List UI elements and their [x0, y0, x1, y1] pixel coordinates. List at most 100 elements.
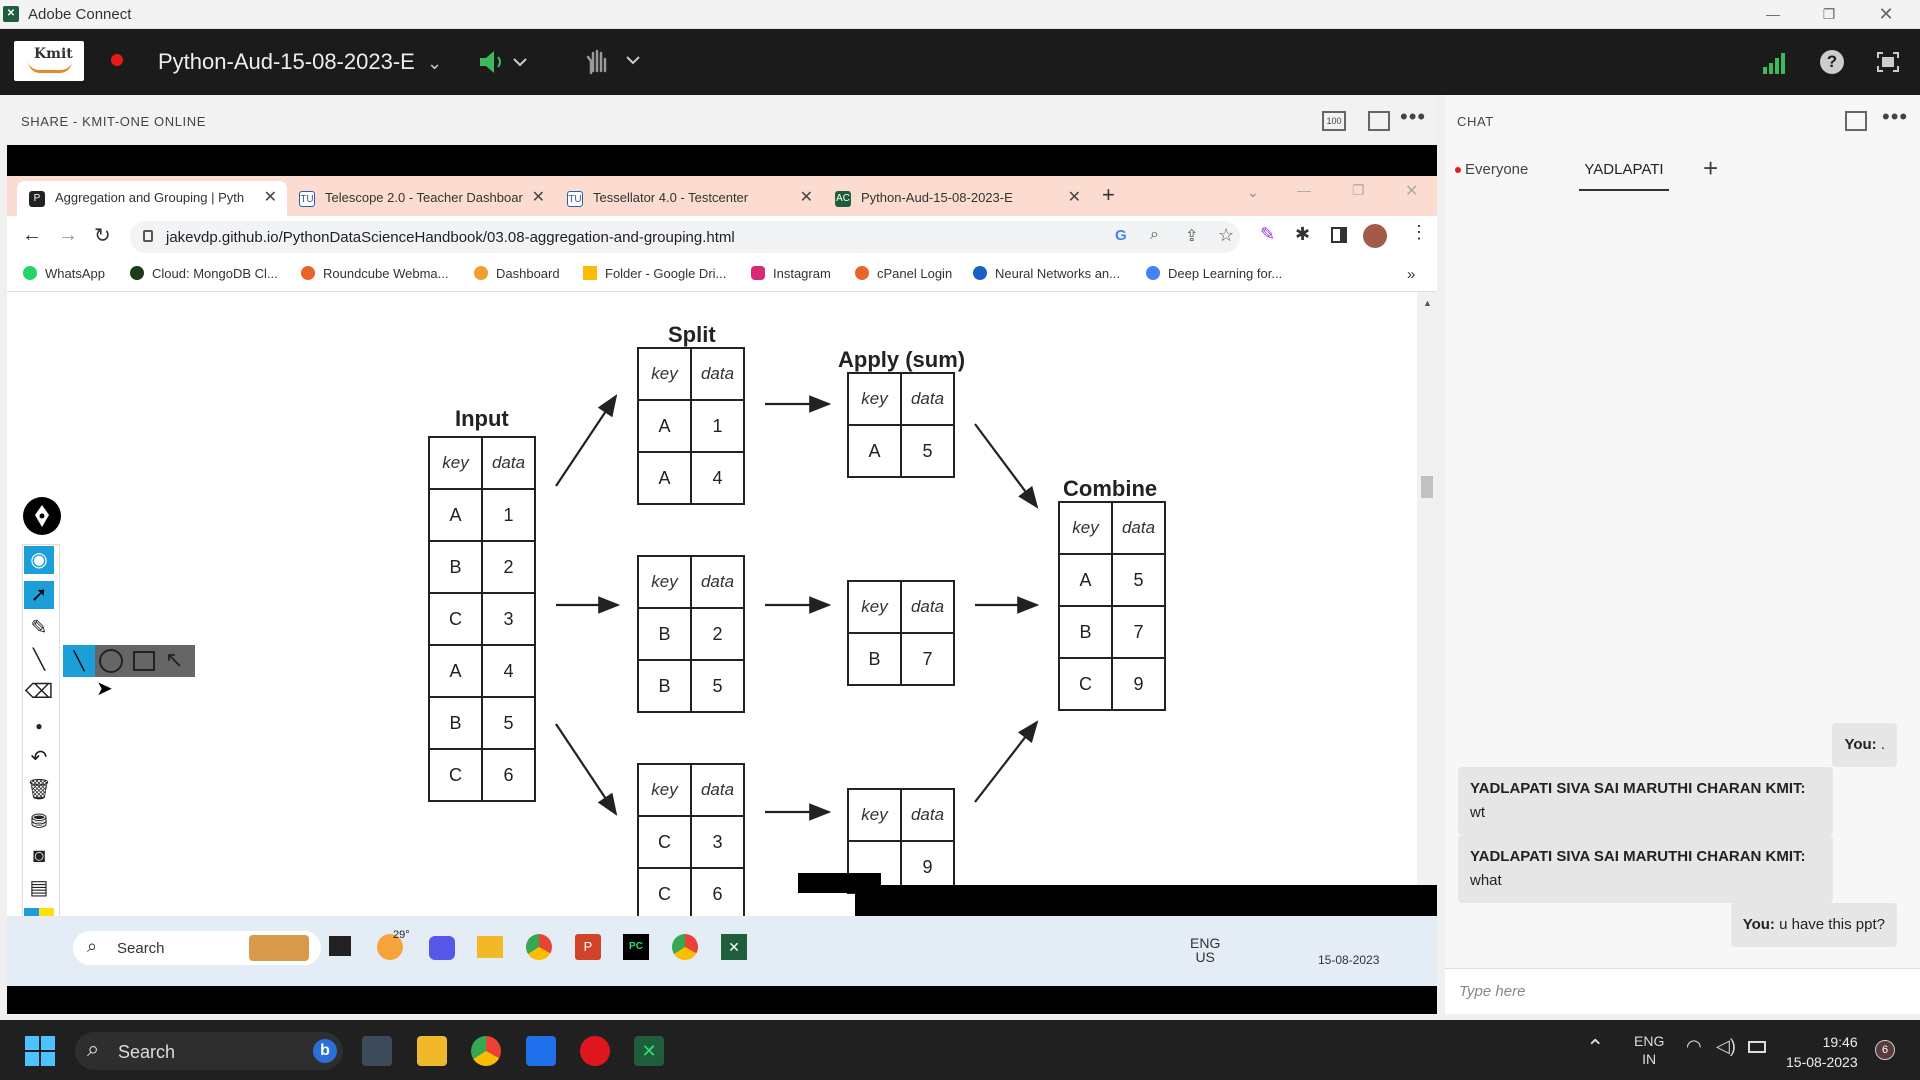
- back-arrow-icon[interactable]: ←: [22, 224, 42, 247]
- circle-shape-icon[interactable]: [99, 649, 123, 673]
- taskbar-search-box[interactable]: ⌕ Search b: [75, 1032, 343, 1070]
- browser-restore-button[interactable]: ❐: [1352, 182, 1365, 199]
- restore-button[interactable]: ❐: [1801, 0, 1857, 29]
- chrome-icon[interactable]: [526, 934, 552, 960]
- camera-icon[interactable]: ◙: [24, 842, 54, 870]
- help-icon[interactable]: ?: [1820, 50, 1844, 74]
- chat-input[interactable]: Type here: [1445, 968, 1920, 1014]
- bookmark-whatsapp[interactable]: WhatsApp: [23, 266, 105, 281]
- fit-to-pod-button[interactable]: [1368, 111, 1390, 131]
- new-tab-button[interactable]: +: [1102, 182, 1115, 208]
- browser-tab-aggregation[interactable]: P Aggregation and Grouping | Pyth ✕: [17, 181, 287, 216]
- language-indicator[interactable]: ENG IN: [1634, 1032, 1664, 1068]
- connection-strength-icon[interactable]: [1762, 51, 1788, 75]
- close-window-button[interactable]: ✕: [1858, 0, 1914, 29]
- opera-icon[interactable]: [580, 1036, 610, 1066]
- pen-extension-icon[interactable]: ✎: [1260, 224, 1275, 245]
- clipboard-icon[interactable]: ▤: [24, 874, 54, 902]
- bookmark-dashboard[interactable]: Dashboard: [474, 266, 560, 281]
- arrow-apply-a-to-combine: [974, 423, 1039, 509]
- eraser-icon[interactable]: ⌫: [24, 678, 54, 706]
- browser-tab-tessellator[interactable]: TU Tessellator 4.0 - Testcenter ✕: [555, 181, 823, 216]
- share-pod-menu-icon[interactable]: •••: [1400, 104, 1426, 130]
- chat-fullscreen-icon[interactable]: [1845, 111, 1867, 131]
- profile-avatar[interactable]: [1363, 224, 1387, 248]
- chat-tab-everyone[interactable]: Everyone: [1455, 161, 1528, 178]
- chat-menu-icon[interactable]: •••: [1882, 104, 1908, 130]
- page-scrollbar[interactable]: ▲: [1417, 292, 1437, 916]
- add-chat-tab-button[interactable]: +: [1703, 153, 1718, 184]
- browser-minimize-button[interactable]: —: [1297, 182, 1311, 198]
- line-shape-icon[interactable]: ╲: [63, 645, 95, 677]
- notification-badge[interactable]: 6: [1875, 1040, 1895, 1060]
- battery-icon[interactable]: [1748, 1041, 1766, 1053]
- minimize-button[interactable]: —: [1745, 0, 1801, 29]
- close-tab-icon[interactable]: ✕: [264, 181, 277, 215]
- volume-icon[interactable]: ◁): [1716, 1036, 1736, 1057]
- meeting-name-menu[interactable]: Python-Aud-15-08-2023-E ⌄: [158, 49, 442, 75]
- teams-icon[interactable]: [429, 936, 455, 960]
- close-tab-icon[interactable]: ✕: [1068, 181, 1081, 215]
- forward-arrow-icon[interactable]: →: [58, 224, 78, 247]
- bookmark-instagram[interactable]: Instagram: [751, 266, 831, 281]
- scrollbar-thumb[interactable]: [1421, 476, 1433, 498]
- pointer-arrow-icon[interactable]: ➚: [24, 581, 54, 609]
- bookmark-roundcube[interactable]: Roundcube Webma...: [301, 266, 449, 281]
- chrome-profile-icon[interactable]: [672, 934, 698, 960]
- windows-start-icon[interactable]: [25, 1036, 55, 1066]
- chrome-icon[interactable]: [471, 1036, 501, 1066]
- file-explorer-icon[interactable]: [477, 936, 503, 958]
- zoom-icon[interactable]: ⌕: [1150, 226, 1159, 244]
- adobe-connect-taskbar-icon[interactable]: ✕: [634, 1036, 664, 1066]
- powerpoint-icon[interactable]: P: [575, 934, 601, 960]
- stroke-size-icon[interactable]: ●: [24, 712, 54, 740]
- zoom-100-button[interactable]: 100: [1322, 111, 1346, 131]
- eye-icon[interactable]: ◉: [24, 546, 54, 574]
- speaker-menu[interactable]: [478, 49, 538, 80]
- calculator-icon[interactable]: [362, 1036, 392, 1066]
- extensions-icon[interactable]: ✱: [1295, 224, 1310, 245]
- browser-menu-icon[interactable]: ⋮: [1410, 222, 1428, 243]
- tab-search-icon[interactable]: ⌄: [1247, 184, 1259, 201]
- whatsapp-icon: [23, 266, 37, 280]
- bookmark-neural-networks[interactable]: Neural Networks an...: [973, 266, 1120, 281]
- chevron-up-icon[interactable]: ⌃: [1586, 1035, 1604, 1061]
- reload-icon[interactable]: ↻: [94, 223, 111, 248]
- bookmarks-overflow-button[interactable]: »: [1407, 266, 1415, 283]
- chat-tab-yadlapati[interactable]: YADLAPATI: [1579, 161, 1669, 191]
- task-view-icon[interactable]: [329, 936, 351, 956]
- wifi-icon[interactable]: ◠: [1686, 1036, 1702, 1057]
- line-tool-icon[interactable]: ╲: [24, 646, 54, 674]
- file-explorer-icon[interactable]: [417, 1036, 447, 1066]
- vscode-icon[interactable]: [526, 1036, 556, 1066]
- share-icon[interactable]: ⇪: [1185, 226, 1198, 246]
- close-tab-icon[interactable]: ✕: [800, 181, 813, 215]
- trash-icon[interactable]: 🗑: [24, 776, 54, 804]
- google-translate-icon[interactable]: G: [1115, 227, 1127, 244]
- adobe-connect-icon[interactable]: ✕: [721, 934, 747, 960]
- hand-icon: [586, 49, 640, 75]
- rectangle-shape-icon[interactable]: [133, 651, 155, 671]
- tab-favicon-icon: AC: [835, 191, 851, 207]
- pycharm-icon[interactable]: PC: [623, 934, 649, 960]
- stamp-icon[interactable]: ⛃: [24, 808, 54, 836]
- bookmark-mongodb[interactable]: Cloud: MongoDB Cl...: [130, 266, 278, 281]
- pencil-icon[interactable]: ✎: [24, 614, 54, 642]
- arrow-shape-icon[interactable]: ↖: [165, 647, 183, 673]
- bookmark-star-icon[interactable]: ☆: [1218, 225, 1234, 246]
- shared-search-box[interactable]: ⌕ Search: [73, 931, 321, 965]
- raise-hand-menu[interactable]: [585, 47, 645, 80]
- fullscreen-icon[interactable]: [1876, 51, 1900, 73]
- taskbar-clock[interactable]: 19:46 15-08-2023: [1786, 1032, 1858, 1072]
- bookmark-google-drive[interactable]: Folder - Google Dri...: [583, 266, 726, 281]
- undo-icon[interactable]: ↶: [24, 744, 54, 772]
- split-apply-combine-diagram: Input Split Apply (sum) Combine key data …: [7, 292, 1437, 921]
- side-panel-icon[interactable]: [1331, 227, 1347, 243]
- bookmark-cpanel[interactable]: cPanel Login: [855, 266, 952, 281]
- browser-close-button[interactable]: ✕: [1405, 181, 1418, 201]
- bookmark-deep-learning[interactable]: Deep Learning for...: [1146, 266, 1282, 281]
- browser-tab-adobe-connect[interactable]: AC Python-Aud-15-08-2023-E ✕: [823, 181, 1091, 216]
- browser-tab-telescope[interactable]: TU Telescope 2.0 - Teacher Dashboar ✕: [287, 181, 555, 216]
- close-tab-icon[interactable]: ✕: [532, 181, 545, 215]
- url-omnibox[interactable]: jakevdp.github.io/PythonDataScienceHandb…: [130, 221, 1240, 253]
